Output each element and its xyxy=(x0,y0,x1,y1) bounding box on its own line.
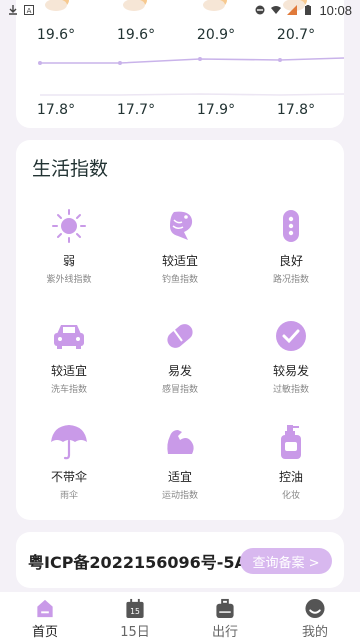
calendar-badge: 15 xyxy=(130,607,140,616)
cosmetic-bottle-icon xyxy=(281,425,301,459)
index-value: 不带伞 xyxy=(50,470,87,484)
icp-number: 粤ICP备2022156096号-5A xyxy=(28,553,247,572)
low-temp: 17.8° xyxy=(276,102,316,118)
index-value: 较适宜 xyxy=(161,254,198,268)
forecast-low: 17.8° xyxy=(26,99,86,118)
index-item-sport[interactable]: 适宜 运动指数 xyxy=(130,422,230,501)
sun-icon xyxy=(52,209,86,243)
temperature-trend-lines xyxy=(38,57,344,96)
low-temp: 17.9° xyxy=(196,102,236,118)
index-item-carwash[interactable]: 较适宜 洗车指数 xyxy=(19,316,119,395)
index-label: 路况指数 xyxy=(272,275,309,285)
status-time: 10:08 xyxy=(319,2,352,18)
download-icon xyxy=(9,5,17,15)
life-index-title: 生活指数 xyxy=(32,158,109,180)
car-icon xyxy=(54,325,84,349)
nav-label: 出行 xyxy=(211,625,238,640)
forecast-low: 17.8° xyxy=(266,99,326,118)
low-temp: 17.7° xyxy=(116,102,156,118)
index-label: 雨伞 xyxy=(59,491,78,501)
index-label: 钓鱼指数 xyxy=(161,275,198,285)
fish-icon xyxy=(170,211,193,240)
notification-icon: A xyxy=(24,5,34,15)
index-label: 紫外线指数 xyxy=(46,275,92,285)
nav-travel[interactable]: 出行 xyxy=(180,592,270,640)
index-label: 化妆 xyxy=(281,491,300,501)
high-temp: 19.6° xyxy=(36,27,76,43)
index-value: 较易发 xyxy=(272,364,309,378)
forecast-low: 17.9° xyxy=(186,99,246,118)
low-temp: 17.8° xyxy=(36,102,76,118)
status-right: 10:08 xyxy=(255,3,352,18)
travel-bag-icon xyxy=(216,598,234,619)
svg-text:A: A xyxy=(27,7,32,15)
pill-icon xyxy=(167,324,193,348)
index-item-cold[interactable]: 易发 感冒指数 xyxy=(130,316,230,395)
index-label: 感冒指数 xyxy=(161,385,198,395)
calendar-icon: 15 xyxy=(126,598,144,619)
nav-15day[interactable]: 15 15日 xyxy=(90,592,180,640)
index-value: 良好 xyxy=(278,254,303,268)
index-value: 较适宜 xyxy=(50,364,87,378)
home-icon xyxy=(37,599,53,618)
index-value: 控油 xyxy=(278,470,303,484)
signal-icon xyxy=(287,5,298,15)
index-value: 适宜 xyxy=(167,470,192,484)
nav-profile[interactable]: 我的 xyxy=(270,592,360,640)
nav-label: 我的 xyxy=(301,625,328,640)
nav-label: 首页 xyxy=(31,625,58,640)
bottom-nav: 首页 15 15日 出行 我的 xyxy=(0,592,360,640)
forecast-high: 19.6° xyxy=(26,24,86,43)
forecast-low: 17.7° xyxy=(106,99,166,118)
index-item-fishing[interactable]: 较适宜 钓鱼指数 xyxy=(130,206,230,285)
wifi-icon xyxy=(271,6,282,14)
nav-home[interactable]: 首页 xyxy=(0,592,90,640)
dnd-icon xyxy=(255,5,265,15)
index-item-uv[interactable]: 弱 紫外线指数 xyxy=(19,206,119,285)
index-label: 运动指数 xyxy=(161,491,198,501)
index-item-allergy[interactable]: 较易发 过敏指数 xyxy=(241,316,341,395)
status-left: A xyxy=(8,5,34,15)
index-label: 过敏指数 xyxy=(272,385,309,395)
icp-query-button[interactable]: 查询备案 > xyxy=(240,548,332,574)
nav-label: 15日 xyxy=(120,625,150,640)
index-item-umbrella[interactable]: 不带伞 雨伞 xyxy=(19,422,119,501)
forecast-high: 19.6° xyxy=(106,24,166,43)
icp-card: 粤ICP备2022156096号-5A 查询备案 > xyxy=(16,532,344,588)
forecast-high: 20.9° xyxy=(186,24,246,43)
high-temp: 20.9° xyxy=(196,27,236,43)
index-value: 易发 xyxy=(167,364,192,378)
index-item-traffic[interactable]: 良好 路况指数 xyxy=(241,206,341,285)
umbrella-icon xyxy=(51,425,87,460)
high-temp: 19.6° xyxy=(116,27,156,43)
index-value: 弱 xyxy=(62,254,75,268)
muscle-icon xyxy=(167,430,194,454)
life-index-card: 生活指数 弱 紫外线指数 较适宜 钓鱼指数 良好 路况指数 较适宜 洗车指数 易… xyxy=(16,140,344,520)
index-label: 洗车指数 xyxy=(50,385,87,395)
check-circle-icon xyxy=(276,321,306,351)
traffic-light-icon xyxy=(283,210,299,242)
index-item-makeup[interactable]: 控油 化妆 xyxy=(241,422,341,501)
forecast-high: 20.7° xyxy=(266,24,326,43)
high-temp: 20.7° xyxy=(276,27,316,43)
profile-icon xyxy=(305,598,325,619)
battery-icon xyxy=(305,5,312,15)
status-bar: A 10:08 xyxy=(0,0,360,20)
